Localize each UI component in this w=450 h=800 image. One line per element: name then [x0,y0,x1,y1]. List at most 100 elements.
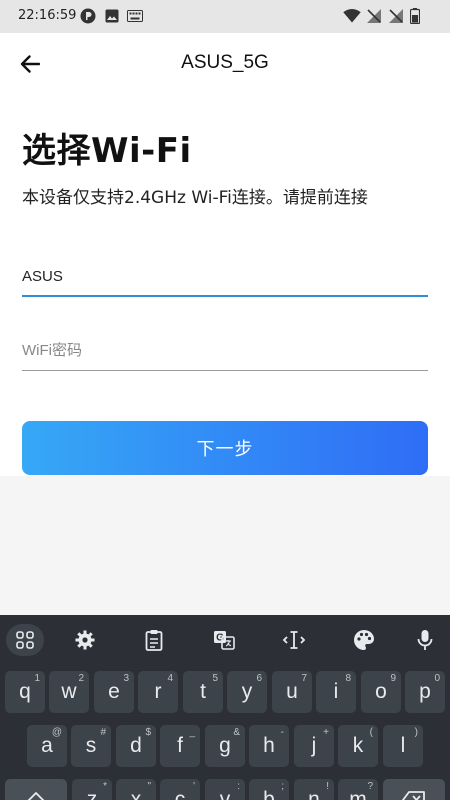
key-hint: # [100,727,106,738]
apps-grid-icon [16,631,34,649]
key-e[interactable]: e3 [94,671,134,713]
password-field[interactable] [22,331,428,371]
battery-icon [409,8,421,24]
key-label: d [130,734,142,757]
key-u[interactable]: u7 [272,671,312,713]
key-label: v [219,788,231,800]
key-hint: " [147,781,151,792]
key-w[interactable]: w2 [49,671,89,713]
key-hint: 4 [167,673,173,684]
theme-button[interactable] [346,624,382,656]
key-hint: @ [51,727,62,738]
key-label: y [241,680,253,703]
key-f[interactable]: f _ [160,725,200,767]
key-hint: 9 [390,673,396,684]
key-hint: 6 [256,673,262,684]
key-g[interactable]: g & [205,725,245,767]
password-input[interactable] [22,331,428,370]
key-x[interactable]: x " [116,779,156,800]
key-label: b [263,788,275,800]
keyboard: G q1 w2 e3 r4 t5 y6 u7 i8 o9 p0 a @ s # d $… [0,615,450,800]
apps-grid-button[interactable] [6,624,44,656]
key-hint: - [280,727,284,738]
screen: 22:16:59 ASUS_5G 选择Wi-Fi 本设备仅支持2.4GHz Wi… [0,0,450,800]
key-label: e [108,680,120,703]
key-label: u [286,680,298,703]
status-time: 22:16:59 [18,8,77,23]
key-d[interactable]: d $ [116,725,156,767]
key-hint: 8 [345,673,351,684]
keyboard-toolbar: G [0,615,450,665]
key-label: g [219,734,231,757]
page-title: ASUS_5G [181,52,269,73]
key-i[interactable]: i8 [316,671,356,713]
key-label: w [61,680,77,703]
translate-button[interactable]: G [206,624,242,656]
key-label: l [400,734,406,757]
status-bar: 22:16:59 [0,0,450,33]
ssid-field[interactable] [22,257,428,297]
text-cursor-button[interactable] [276,624,312,656]
key-label: h [263,734,275,757]
mic-icon [417,630,433,650]
key-label: f [177,734,183,757]
key-b[interactable]: b; [249,779,289,800]
key-a[interactable]: a @ [27,725,67,767]
key-label: x [130,788,142,800]
key-hint: 7 [301,673,307,684]
key-label: s [85,734,97,757]
heading: 选择Wi-Fi [22,131,192,171]
key-r[interactable]: r4 [138,671,178,713]
key-z[interactable]: z * [72,779,112,800]
keyboard-icon [126,8,144,24]
app-bar: ASUS_5G [0,33,450,93]
key-n[interactable]: n! [294,779,334,800]
image-icon [104,8,120,24]
key-hint: ( [369,727,373,738]
settings-button[interactable] [67,624,103,656]
signal-off-icon [388,8,404,24]
palette-icon [354,630,374,650]
key-hint: 5 [212,673,218,684]
key-hint: & [233,727,240,738]
key-l[interactable]: l) [383,725,423,767]
ssid-input[interactable] [22,257,428,295]
signal-off-icon [366,8,382,24]
key-label: t [200,680,206,703]
key-s[interactable]: s # [71,725,111,767]
next-button[interactable]: 下一步 [22,421,428,475]
key-hint: ) [414,727,418,738]
wifi-icon [343,8,361,24]
key-y[interactable]: y6 [227,671,267,713]
settings-icon [75,630,95,650]
voice-input-button[interactable] [407,624,443,656]
key-hint: 0 [434,673,440,684]
key-label: n [308,788,320,800]
clipboard-button[interactable] [136,624,172,656]
key-label: j [311,734,317,757]
key-p[interactable]: p0 [405,671,445,713]
key-label: p [419,680,431,703]
key-c[interactable]: c ' [160,779,200,800]
app-p-icon [80,8,96,24]
key-hint: ' [193,781,195,792]
key-label: k [352,734,364,757]
key-h[interactable]: h- [249,725,289,767]
key-j[interactable]: j + [294,725,334,767]
key-hint: ! [326,781,329,792]
key-o[interactable]: o9 [361,671,401,713]
backspace-key[interactable] [383,779,445,800]
shift-key[interactable] [5,779,67,800]
key-label: c [174,788,186,800]
key-q[interactable]: q1 [5,671,45,713]
key-hint: _ [189,727,195,738]
key-k[interactable]: k( [338,725,378,767]
key-hint: $ [145,727,151,738]
key-m[interactable]: m? [338,779,378,800]
key-t[interactable]: t5 [183,671,223,713]
main-content: 选择Wi-Fi 本设备仅支持2.4GHz Wi-Fi连接。请提前连接 下一步 [0,93,450,476]
key-hint: : [237,781,240,792]
key-v[interactable]: v: [205,779,245,800]
key-hint: ? [367,781,373,792]
key-hint: + [323,727,329,738]
